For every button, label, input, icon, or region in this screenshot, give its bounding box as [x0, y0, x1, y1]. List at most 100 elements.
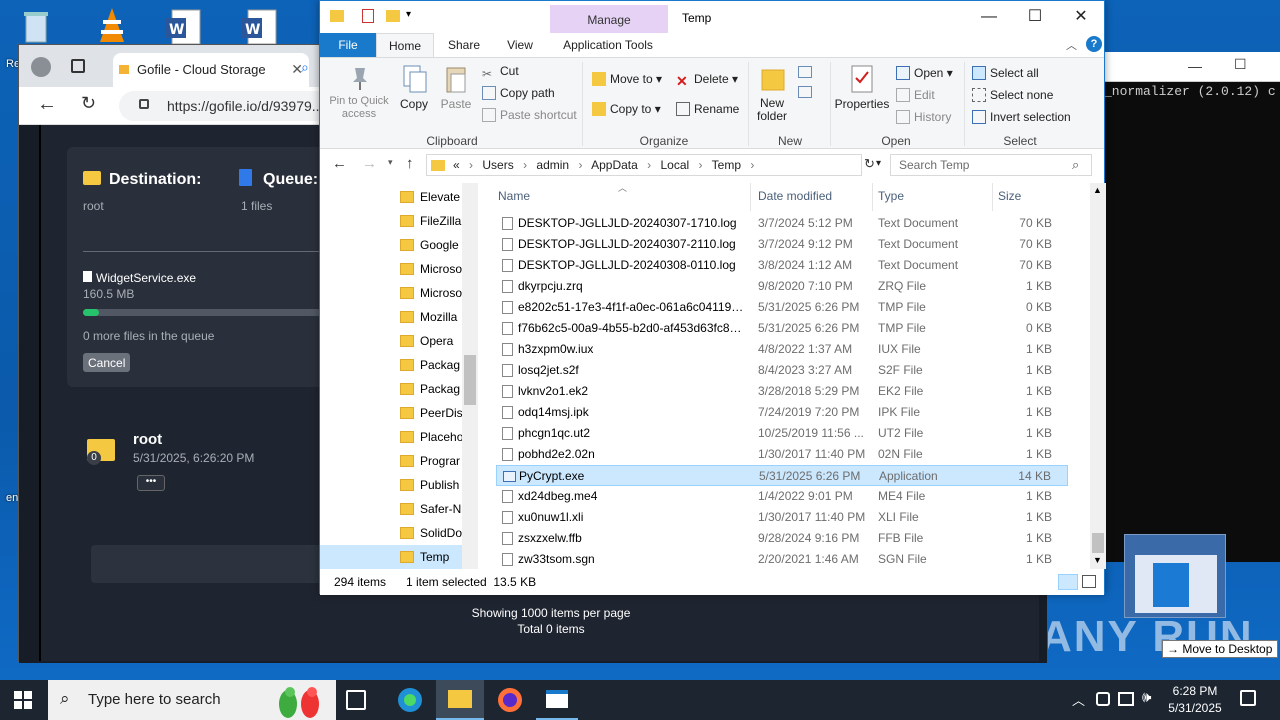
tab-actions-icon[interactable]	[71, 59, 85, 73]
file-row[interactable]: xd24dbeg.me4 1/4/2022 9:01 PM ME4 File 1 KB	[496, 486, 1068, 507]
new-tab-search-icon[interactable]: ⌕	[301, 59, 309, 76]
qat-dropdown-icon[interactable]: ▾	[406, 9, 411, 20]
large-icons-view-icon[interactable]	[1082, 575, 1096, 588]
file-row[interactable]: dkyrpcju.zrq 9/8/2020 7:10 PM ZRQ File 1 KB	[496, 276, 1068, 297]
copy-path-button[interactable]: Copy path	[482, 86, 555, 100]
tab-share[interactable]: Share	[440, 33, 488, 57]
edge-icon[interactable]	[396, 686, 424, 714]
pin-quick-access-button[interactable]: Pin to Quick access	[326, 64, 392, 128]
column-name[interactable]: Name	[498, 189, 530, 203]
path-appdata[interactable]: AppData	[591, 158, 638, 172]
cut-button[interactable]: ✂ Cut	[482, 64, 519, 81]
url-field[interactable]: https://gofile.io/d/93979...	[119, 91, 339, 121]
file-row[interactable]: odq14msj.ipk 7/24/2019 7:20 PM IPK File 1 K…	[496, 402, 1068, 423]
firefox-icon[interactable]	[496, 686, 524, 714]
history-button[interactable]: History	[896, 110, 951, 124]
nav-folder-item[interactable]: SolidDo	[400, 521, 464, 545]
profile-icon[interactable]	[31, 57, 51, 77]
more-options-button[interactable]: •••	[137, 475, 165, 491]
path-users[interactable]: Users	[482, 158, 513, 172]
move-to-desktop-tooltip[interactable]: → Move to Desktop	[1162, 640, 1278, 658]
file-list-scrollbar[interactable]: ▲ ▼	[1090, 183, 1106, 569]
file-row[interactable]: zw33tsom.sgn 2/20/2021 1:46 AM SGN File 1 K…	[496, 549, 1068, 569]
edit-button[interactable]: Edit	[896, 88, 935, 102]
maximize-icon[interactable]: ☐	[1234, 56, 1247, 73]
path-overflow[interactable]: «	[453, 158, 460, 172]
back-icon[interactable]: ←	[37, 93, 57, 116]
tab-application-tools[interactable]: Application Tools	[554, 33, 662, 57]
terminal-window[interactable]: — ☐ _normalizer (2.0.12) c	[1104, 52, 1280, 562]
recent-locations-icon[interactable]: ▾	[388, 157, 393, 168]
window-thumbnail[interactable]	[1124, 534, 1226, 618]
minimize-button[interactable]: —	[966, 1, 1012, 33]
column-date[interactable]: Date modified	[758, 189, 832, 203]
show-hidden-icons[interactable]: ︿	[1072, 690, 1085, 709]
back-button[interactable]: ←	[332, 155, 347, 172]
copy-to-button[interactable]: Copy to ▾	[592, 102, 661, 116]
new-folder-button[interactable]: New folder	[752, 64, 792, 128]
help-icon[interactable]: ?	[1086, 36, 1102, 52]
nav-folder-item[interactable]: Google	[400, 233, 464, 257]
select-none-button[interactable]: Select none	[972, 88, 1053, 102]
network-icon[interactable]	[1118, 692, 1134, 706]
invert-selection-button[interactable]: Invert selection	[972, 110, 1071, 124]
manage-context-tab[interactable]: Manage	[550, 5, 668, 33]
minimize-icon[interactable]: —	[1188, 58, 1202, 74]
copy-button[interactable]: Copy	[398, 64, 430, 128]
tab-file[interactable]: File	[320, 33, 376, 57]
nav-folder-item[interactable]: Mozilla	[400, 305, 464, 329]
file-row[interactable]: h3zxpm0w.iux 4/8/2022 1:37 AM IUX File 1 KB	[496, 339, 1068, 360]
column-separator[interactable]	[872, 183, 873, 211]
file-row[interactable]: lvknv2o1.ek2 3/28/2018 5:29 PM EK2 File 1 K…	[496, 381, 1068, 402]
browser-tab-gofile[interactable]: Gofile - Cloud Storage ✕	[113, 53, 309, 87]
file-row[interactable]: zsxzxelw.ffb 9/28/2024 9:16 PM FFB File 1 K…	[496, 528, 1068, 549]
nav-folder-item[interactable]: Packag	[400, 377, 464, 401]
file-row[interactable]: phcgn1qc.ut2 10/25/2019 11:56 ... UT2 File…	[496, 423, 1068, 444]
column-separator[interactable]	[992, 183, 993, 211]
terminal-titlebar[interactable]: — ☐	[1104, 52, 1280, 82]
nav-folder-item[interactable]: Microso	[400, 281, 464, 305]
forward-button[interactable]: →	[362, 155, 377, 172]
start-windows-icon[interactable]	[14, 691, 32, 709]
properties-qat-icon[interactable]	[362, 9, 374, 23]
nav-folder-item[interactable]: Microso	[400, 257, 464, 281]
nav-folder-item[interactable]: Opera	[400, 329, 464, 353]
explorer-titlebar[interactable]: ▾ Manage Temp — ☐ ✕	[320, 1, 1104, 33]
cancel-button[interactable]: Cancel	[83, 353, 131, 372]
app-window-taskbar-icon[interactable]	[536, 680, 578, 720]
column-separator[interactable]	[750, 183, 751, 211]
select-all-button[interactable]: Select all	[972, 66, 1039, 80]
reload-icon[interactable]: ↻	[81, 93, 96, 114]
file-row[interactable]: pobhd2e2.02n 1/30/2017 11:40 PM 02N File 1 …	[496, 444, 1068, 465]
nav-folder-item[interactable]: Elevate	[400, 185, 464, 209]
nav-folder-item[interactable]: Packag	[400, 353, 464, 377]
path-temp[interactable]: Temp	[712, 158, 741, 172]
collapse-ribbon-icon[interactable]: ︿	[1066, 37, 1077, 53]
open-button[interactable]: Open ▾	[896, 66, 953, 80]
move-to-button[interactable]: Move to ▾	[592, 72, 662, 86]
search-field[interactable]: Search Temp	[890, 154, 1092, 176]
file-row[interactable]: e8202c51-17e3-4f1f-a0ec-061a6c041190.t..…	[496, 297, 1068, 318]
delete-button[interactable]: ✕ Delete ▾	[676, 72, 738, 89]
up-button[interactable]: ↑	[406, 155, 414, 172]
nav-folder-item[interactable]: Placeho	[400, 425, 464, 449]
volume-icon[interactable]: 🕪	[1142, 689, 1151, 706]
file-row[interactable]: losq2jet.s2f 8/4/2023 3:27 AM S2F File 1 KB	[496, 360, 1068, 381]
details-view-icon[interactable]	[1058, 574, 1078, 590]
nav-folder-item[interactable]: FileZilla	[400, 209, 464, 233]
nav-folder-item[interactable]: Safer-N	[400, 497, 464, 521]
recycle-bin-icon[interactable]	[16, 8, 56, 46]
path-local[interactable]: Local	[661, 158, 690, 172]
vlc-icon[interactable]	[92, 6, 132, 44]
file-row[interactable]: DESKTOP-JGLLJLD-20240308-0110.log 3/8/202…	[496, 255, 1068, 276]
maximize-button[interactable]: ☐	[1012, 1, 1058, 33]
nav-folder-item[interactable]: Publish	[400, 473, 464, 497]
task-view-icon[interactable]	[346, 690, 366, 710]
properties-button[interactable]: Properties	[834, 64, 890, 128]
tab-home[interactable]: Home	[376, 33, 434, 57]
scroll-up-icon[interactable]: ▲	[1093, 185, 1102, 195]
column-size[interactable]: Size	[998, 189, 1021, 203]
taskbar-search[interactable]: ⌕ Type here to search	[48, 680, 336, 720]
network-adapter-icon[interactable]	[1096, 692, 1110, 706]
file-row[interactable]: f76b62c5-00a9-4b55-b2d0-af453d63fc8b....…	[496, 318, 1068, 339]
